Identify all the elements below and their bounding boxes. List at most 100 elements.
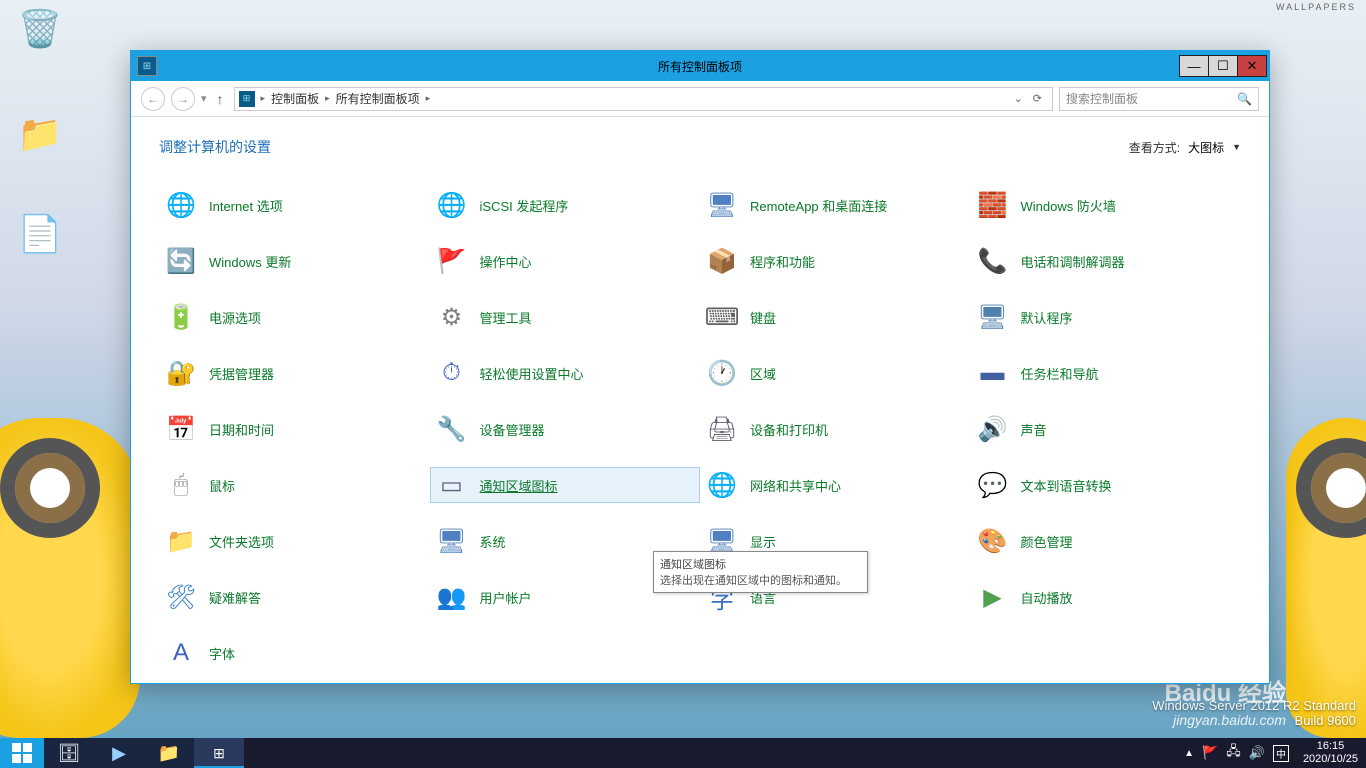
cp-item-keyboard[interactable]: ⌨键盘 <box>700 299 971 335</box>
nav-up-button[interactable]: ↑ <box>213 91 228 107</box>
wallpaper-decoration <box>1286 418 1366 738</box>
start-button[interactable] <box>0 738 44 768</box>
cp-item-sound[interactable]: 🔊声音 <box>971 411 1242 447</box>
cp-item-windows-update[interactable]: 🔄Windows 更新 <box>159 243 430 279</box>
breadcrumb-current[interactable]: 所有控制面板项 <box>336 90 420 107</box>
desktop-recycle-bin[interactable]: 🗑️ <box>10 5 70 55</box>
taskbar-control-panel[interactable]: ⊞ <box>194 738 244 768</box>
cp-item-devices-printers[interactable]: 🖨设备和打印机 <box>700 411 971 447</box>
cp-item-troubleshooting[interactable]: 🛠疑难解答 <box>159 579 430 615</box>
cp-item-network-sharing[interactable]: 🌐网络和共享中心 <box>700 467 971 503</box>
network-sharing-icon: 🌐 <box>706 469 738 501</box>
chevron-right-icon: ▸ <box>325 93 330 104</box>
cp-item-default-programs[interactable]: 🖥默认程序 <box>971 299 1242 335</box>
control-panel-icon: ⊞ <box>239 91 255 107</box>
mouse-icon: 🖱 <box>165 469 197 501</box>
cp-item-power-options[interactable]: 🔋电源选项 <box>159 299 430 335</box>
iscsi-initiator-icon: 🌐 <box>436 189 468 221</box>
close-button[interactable]: ✕ <box>1237 55 1267 77</box>
cp-item-label: Internet 选项 <box>209 196 283 215</box>
cp-item-autoplay[interactable]: ▶自动播放 <box>971 579 1242 615</box>
cp-item-remoteapp[interactable]: 🖥RemoteApp 和桌面连接 <box>700 187 971 223</box>
taskbar-explorer[interactable]: 📁 <box>144 738 194 768</box>
content-area: 调整计算机的设置 查看方式: 大图标 ▼ 🌐Internet 选项🌐iSCSI … <box>131 117 1269 683</box>
cp-item-label: 声音 <box>1021 420 1047 439</box>
cp-item-label: 字体 <box>209 644 235 663</box>
refresh-icon[interactable]: ⟳ <box>1033 92 1042 105</box>
tooltip-body: 选择出现在通知区域中的图标和通知。 <box>660 572 861 588</box>
devices-printers-icon: 🖨 <box>706 413 738 445</box>
cp-item-fonts[interactable]: A字体 <box>159 635 430 671</box>
cp-item-action-center[interactable]: 🚩操作中心 <box>430 243 701 279</box>
phone-modem-icon: 📞 <box>977 245 1009 277</box>
tray-ime-indicator[interactable]: 中 <box>1273 745 1289 762</box>
cp-item-taskbar-nav[interactable]: ▬任务栏和导航 <box>971 355 1242 391</box>
cp-item-region[interactable]: 🕐区域 <box>700 355 971 391</box>
tray-overflow-button[interactable]: ▲ <box>1184 748 1194 759</box>
cp-item-credential-manager[interactable]: 🔐凭据管理器 <box>159 355 430 391</box>
cp-item-label: 任务栏和导航 <box>1021 364 1099 383</box>
taskbar-server-manager[interactable]: 🗄 <box>44 738 94 768</box>
recycle-bin-icon: 🗑️ <box>16 5 64 53</box>
textfile-icon: 📄 <box>16 210 64 258</box>
chevron-right-icon: ▸ <box>261 93 266 104</box>
watermark-url: jingyan.baidu.com <box>1173 712 1286 728</box>
tray-flag-icon[interactable]: 🚩 <box>1202 745 1218 761</box>
tray-volume-icon[interactable]: 🔊 <box>1249 745 1265 761</box>
cp-item-programs-features[interactable]: 📦程序和功能 <box>700 243 971 279</box>
cp-item-admin-tools[interactable]: ⚙管理工具 <box>430 299 701 335</box>
cp-item-label: 日期和时间 <box>209 420 274 439</box>
desktop-textfile[interactable]: 📄 <box>10 210 70 260</box>
cp-item-label: 显示 <box>750 532 776 551</box>
cp-item-label: 通知区域图标 <box>480 476 558 495</box>
wallpaper-tag: WALLPAPERS <box>1276 2 1356 12</box>
search-input[interactable]: 搜索控制面板 🔍 <box>1059 87 1259 111</box>
cp-item-windows-firewall[interactable]: 🧱Windows 防火墙 <box>971 187 1242 223</box>
view-by-control[interactable]: 查看方式: 大图标 ▼ <box>1129 139 1241 156</box>
tray-network-icon[interactable]: 🖧 <box>1226 742 1241 764</box>
addr-dropdown-icon[interactable]: ⌄ <box>1014 92 1023 105</box>
folder-icon: 📁 <box>16 110 64 158</box>
cp-item-device-manager[interactable]: 🔧设备管理器 <box>430 411 701 447</box>
cp-item-label: 管理工具 <box>480 308 532 327</box>
taskbar-clock[interactable]: 16:15 2020/10/25 <box>1297 740 1358 766</box>
nav-back-button[interactable]: ← <box>141 87 165 111</box>
cp-item-mouse[interactable]: 🖱鼠标 <box>159 467 430 503</box>
cp-item-label: Windows 防火墙 <box>1021 196 1116 215</box>
cp-item-date-time[interactable]: 📅 日期和时间 <box>159 411 430 447</box>
address-bar[interactable]: ⊞ ▸ 控制面板 ▸ 所有控制面板项 ▸ ⌄⟳ <box>234 87 1053 111</box>
power-options-icon: 🔋 <box>165 301 197 333</box>
cp-item-folder-options[interactable]: 📁文件夹选项 <box>159 523 430 559</box>
window-controls: — ☐ ✕ <box>1180 55 1269 77</box>
desktop-folder[interactable]: 📁 <box>10 110 70 160</box>
device-manager-icon: 🔧 <box>436 413 468 445</box>
cp-item-phone-modem[interactable]: 📞电话和调制解调器 <box>971 243 1242 279</box>
nav-history-dropdown[interactable]: ▾ <box>201 92 207 105</box>
cp-item-label: 疑难解答 <box>209 588 261 607</box>
tooltip: 通知区域图标 选择出现在通知区域中的图标和通知。 <box>653 551 868 593</box>
cp-item-label: 用户帐户 <box>480 588 532 607</box>
cp-item-text-to-speech[interactable]: 💬文本到语音转换 <box>971 467 1242 503</box>
tooltip-title: 通知区域图标 <box>660 556 861 572</box>
cp-item-ease-of-access[interactable]: ⏱轻松使用设置中心 <box>430 355 701 391</box>
minimize-button[interactable]: — <box>1179 55 1209 77</box>
titlebar[interactable]: ⊞ 所有控制面板项 — ☐ ✕ <box>131 51 1269 81</box>
date-time-icon: 📅 <box>165 413 197 445</box>
cp-item-label: 文件夹选项 <box>209 532 274 551</box>
taskbar-powershell[interactable]: ▶ <box>94 738 144 768</box>
cp-item-label: 自动播放 <box>1021 588 1073 607</box>
breadcrumb-root[interactable]: 控制面板 <box>271 90 319 107</box>
maximize-button[interactable]: ☐ <box>1208 55 1238 77</box>
search-icon: 🔍 <box>1237 92 1252 106</box>
control-panel-items-grid: 🌐Internet 选项🌐iSCSI 发起程序🖥RemoteApp 和桌面连接🧱… <box>159 187 1241 671</box>
system-icon: 🖥 <box>436 525 468 557</box>
cp-item-iscsi-initiator[interactable]: 🌐iSCSI 发起程序 <box>430 187 701 223</box>
nav-forward-button[interactable]: → <box>171 87 195 111</box>
remoteapp-icon: 🖥 <box>706 189 738 221</box>
search-placeholder: 搜索控制面板 <box>1066 90 1138 107</box>
cp-item-internet-options[interactable]: 🌐Internet 选项 <box>159 187 430 223</box>
cp-item-notification-area-icons[interactable]: ▭通知区域图标 <box>430 467 701 503</box>
system-tray: ▲ 🚩 🖧 🔊 中 16:15 2020/10/25 <box>1176 738 1366 768</box>
cp-item-color-management[interactable]: 🎨颜色管理 <box>971 523 1242 559</box>
cp-item-label: 轻松使用设置中心 <box>480 364 584 383</box>
